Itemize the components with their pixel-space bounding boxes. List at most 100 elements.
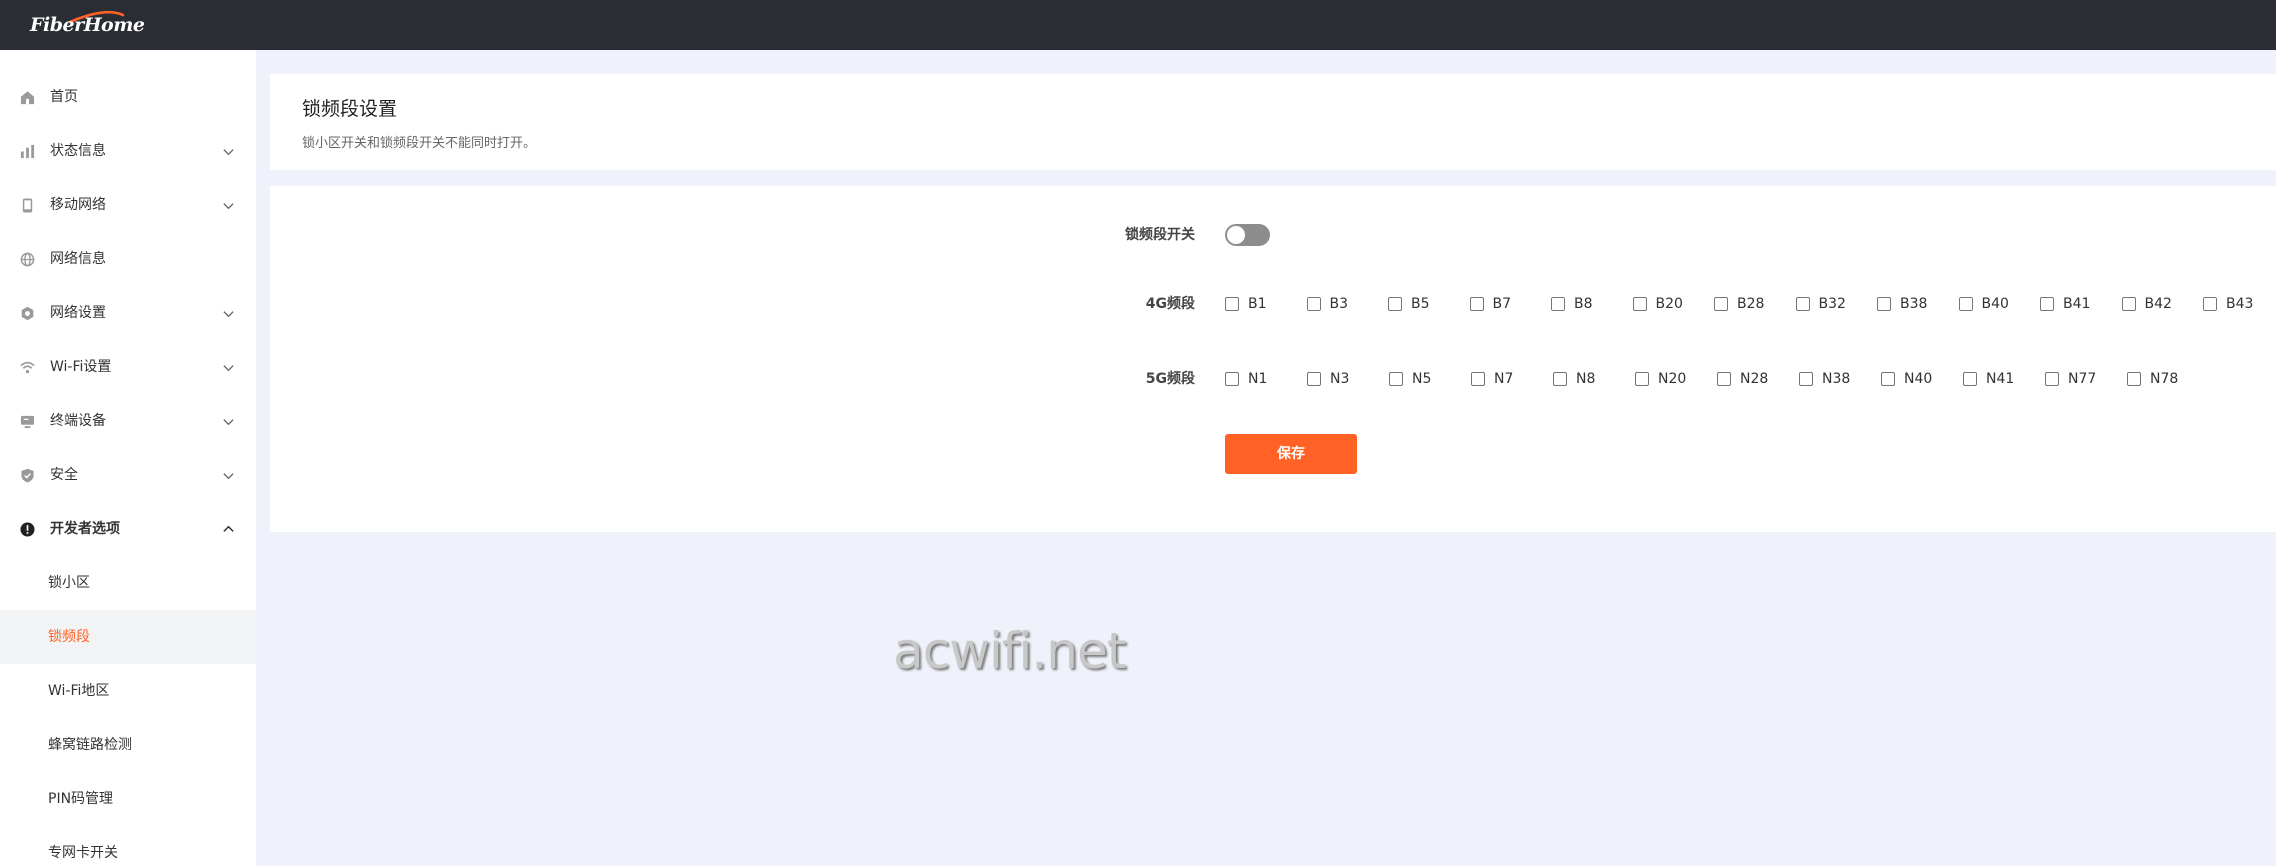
sidebar-item-home[interactable]: 首页: [0, 70, 256, 124]
sidebar-item-label: Wi-Fi设置: [50, 359, 112, 375]
sidebar-item-network-settings[interactable]: 网络设置: [0, 286, 256, 340]
sidebar-item-mobile-network[interactable]: 移动网络: [0, 178, 256, 232]
sidebar: 首页 状态信息 移动网络 网络信息 网络设置 Wi-Fi设置 终端设备 安全 开…: [0, 50, 256, 866]
sidebar-item-label: 移动网络: [50, 197, 106, 213]
chevron-down-icon: [223, 203, 234, 210]
chevron-up-icon: [223, 525, 234, 532]
sidebar-item-status[interactable]: 状态信息: [0, 124, 256, 178]
checkbox-box[interactable]: [1553, 372, 1567, 386]
checkbox-box[interactable]: [1877, 297, 1891, 311]
checkbox-box[interactable]: [1635, 372, 1649, 386]
checkbox-box[interactable]: [1307, 372, 1321, 386]
checkbox-box[interactable]: [2045, 372, 2059, 386]
checkbox-label: N8: [1576, 371, 1596, 387]
page-title: 锁频段设置: [302, 98, 398, 120]
gear-icon: [21, 306, 34, 321]
checkbox-label: B7: [1492, 296, 1512, 312]
checkbox-label: B1: [1248, 296, 1267, 312]
checkbox-label: N5: [1412, 371, 1432, 387]
chevron-down-icon: [223, 365, 234, 372]
checkbox-label: B20: [1655, 296, 1683, 312]
checkbox-box[interactable]: [1469, 297, 1484, 311]
checkbox-label: N38: [1822, 371, 1851, 387]
sidebar-subitem-lock-band[interactable]: 锁频段: [0, 610, 256, 664]
top-bar: FiberHome: [0, 0, 2276, 50]
checkbox-box[interactable]: [1795, 297, 1810, 311]
sidebar-item-network-info[interactable]: 网络信息: [0, 232, 256, 286]
shield-icon: [21, 468, 34, 483]
phone-icon: [22, 198, 33, 213]
checkbox-label: N77: [2068, 371, 2097, 387]
page-header-card: 锁频段设置 锁小区开关和锁频段开关不能同时打开。: [270, 74, 2276, 170]
page-description: 锁小区开关和锁频段开关不能同时打开。: [302, 136, 537, 151]
checkbox-box[interactable]: [1225, 372, 1239, 386]
checkbox-box[interactable]: [1881, 372, 1895, 386]
checkbox-box[interactable]: [2040, 297, 2054, 311]
sidebar-subitem-lock-cell[interactable]: 锁小区: [0, 556, 256, 610]
checkbox-label: N20: [1658, 371, 1687, 387]
checkbox-label: N3: [1330, 371, 1350, 387]
checkbox-box[interactable]: [1714, 297, 1728, 311]
globe-icon: [20, 252, 35, 267]
monitor-icon: [20, 415, 35, 429]
checkbox-box[interactable]: [1717, 372, 1731, 386]
chevron-down-icon: [223, 473, 234, 480]
sidebar-subitem-cellular-link-test[interactable]: 蜂窝链路检测: [0, 718, 256, 772]
checkbox-box[interactable]: [2127, 372, 2141, 386]
checkbox-label: N1: [1248, 371, 1268, 387]
sidebar-item-label: 开发者选项: [50, 521, 120, 537]
checkbox-label: B38: [1900, 296, 1928, 312]
sidebar-subitem-label: Wi-Fi地区: [48, 683, 110, 699]
checkbox-label: N78: [2150, 371, 2179, 387]
checkbox-box[interactable]: [1225, 297, 1239, 311]
alert-circle-icon: [20, 522, 35, 537]
chevron-down-icon: [223, 149, 234, 156]
sidebar-item-developer-options[interactable]: 开发者选项: [0, 502, 256, 556]
save-button[interactable]: 保存: [1225, 434, 1357, 474]
sidebar-subitem-pin-management[interactable]: PIN码管理: [0, 772, 256, 826]
checkbox-label: N28: [1740, 371, 1769, 387]
sidebar-item-label: 网络信息: [50, 251, 106, 267]
sidebar-subitem-label: 锁小区: [48, 575, 90, 591]
checkbox-label: B8: [1574, 296, 1593, 312]
band-lock-form: 锁频段开关 4G频段 B1 B3 B5 B7 B8 B20 B28 B32 B38 B40 B41 B…: [270, 186, 2276, 532]
checkbox-label: B5: [1411, 296, 1430, 312]
bands-5g-label: 5G频段: [1145, 371, 1195, 387]
checkbox-label: B43: [2226, 296, 2254, 312]
checkbox-label: B40: [1981, 296, 2009, 312]
wifi-icon: [20, 361, 35, 374]
sidebar-item-wifi-settings[interactable]: Wi-Fi设置: [0, 340, 256, 394]
sidebar-subitem-label: 锁频段: [48, 629, 90, 645]
checkbox-box[interactable]: [1388, 297, 1402, 311]
sidebar-subitem-label: 专网卡开关: [48, 845, 118, 861]
checkbox-label: B32: [1818, 296, 1846, 312]
checkbox-label: B3: [1329, 296, 1349, 312]
sidebar-item-security[interactable]: 安全: [0, 448, 256, 502]
checkbox-box[interactable]: [1632, 297, 1647, 311]
band-lock-toggle[interactable]: [1225, 224, 1270, 246]
sidebar-item-label: 终端设备: [50, 413, 106, 429]
checkbox-box[interactable]: [1963, 372, 1977, 386]
sidebar-item-terminal-devices[interactable]: 终端设备: [0, 394, 256, 448]
sidebar-subitem-label: 蜂窝链路检测: [48, 737, 132, 753]
fiberhome-logo[interactable]: FiberHome: [30, 9, 145, 39]
checkbox-box[interactable]: [1799, 372, 1813, 386]
checkbox-label: N40: [1904, 371, 1933, 387]
band-lock-switch-label: 锁频段开关: [1125, 227, 1195, 243]
checkbox-label: B41: [2063, 296, 2091, 312]
checkbox-box[interactable]: [2121, 297, 2136, 311]
sidebar-item-label: 网络设置: [50, 305, 106, 321]
bar-chart-icon: [20, 144, 35, 159]
checkbox-box[interactable]: [1551, 297, 1565, 311]
checkbox-box[interactable]: [2203, 297, 2217, 311]
checkbox-box[interactable]: [1958, 297, 1973, 311]
sidebar-subitem-wifi-region[interactable]: Wi-Fi地区: [0, 664, 256, 718]
sidebar-subitem-private-card-switch[interactable]: 专网卡开关: [0, 826, 256, 866]
logo-text: FiberHome: [30, 14, 145, 36]
checkbox-box[interactable]: [1306, 297, 1321, 311]
checkbox-label: N7: [1494, 371, 1514, 387]
sidebar-subitem-label: PIN码管理: [48, 791, 114, 807]
checkbox-box[interactable]: [1389, 372, 1403, 386]
checkbox-label: B28: [1737, 296, 1765, 312]
checkbox-box[interactable]: [1471, 372, 1485, 386]
